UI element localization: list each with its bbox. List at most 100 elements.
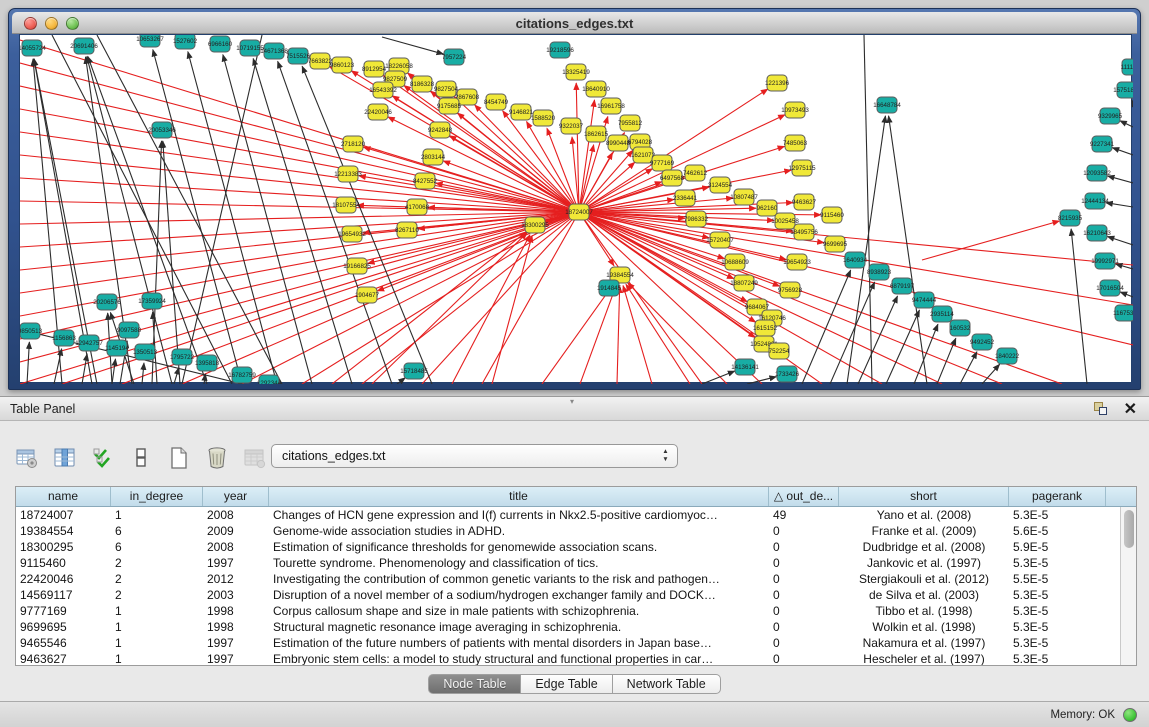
table-row[interactable]: 977716911998Corpus callosum shape and si…	[16, 603, 1120, 619]
column-header-year[interactable]: year	[203, 487, 269, 506]
tab-edge-table[interactable]: Edge Table	[521, 674, 612, 694]
table-cell: 0	[769, 555, 839, 571]
table-selector-dropdown[interactable]: citations_edges.txt ▲▼	[271, 444, 678, 468]
table-cell: 1	[111, 603, 203, 619]
graph-node-label: 16210643	[1083, 230, 1111, 237]
graph-node-label: 9322037	[559, 123, 584, 130]
table-cell: Estimation of the future numbers of pati…	[269, 635, 769, 651]
new-document-icon[interactable]	[166, 445, 192, 471]
table-settings-icon[interactable]	[14, 445, 40, 471]
graph-node-label: 14671368	[260, 48, 288, 55]
table-cell: 0	[769, 587, 839, 603]
window-title: citations_edges.txt	[12, 16, 1137, 31]
table-cell: 6	[111, 539, 203, 555]
column-header-title[interactable]: title	[269, 487, 769, 506]
table-row[interactable]: 1938455462009Genome-wide association stu…	[16, 523, 1120, 539]
graph-node-label: 8267110	[395, 227, 419, 234]
select-columns-icon[interactable]	[52, 445, 78, 471]
table-cell: 5.9E-5	[1009, 539, 1106, 555]
table-cell: 0	[769, 571, 839, 587]
graph-node-label: 20691406	[70, 43, 98, 50]
select-all-icon[interactable]	[90, 445, 116, 471]
table-row[interactable]: 946554611997Estimation of the future num…	[16, 635, 1120, 651]
graph-node-label: 1904677	[355, 292, 380, 299]
delete-icon[interactable]	[204, 445, 230, 471]
rows-icon[interactable]	[128, 445, 154, 471]
column-header-name[interactable]: name	[16, 487, 111, 506]
table-cell: 5.3E-5	[1009, 619, 1106, 635]
table-cell: 1997	[203, 555, 269, 571]
vertical-scrollbar[interactable]	[1120, 507, 1136, 665]
table-cell: 0	[769, 635, 839, 651]
table-cell: 22420046	[16, 571, 111, 587]
table-panel-title: Table Panel	[10, 402, 75, 416]
graph-node-label: 19992971	[1091, 258, 1119, 265]
table-row[interactable]: 1830029562008Estimation of significance …	[16, 539, 1120, 555]
panel-resize-grip-icon[interactable]: ▾	[570, 399, 580, 404]
table-row[interactable]: 1872400712008Changes of HCN gene express…	[16, 507, 1120, 523]
table-row[interactable]: 2242004622012Investigating the contribut…	[16, 571, 1120, 587]
graph-node-label: 8215935	[1058, 215, 1083, 222]
graph-node-label: 9463627	[792, 199, 817, 206]
table-row[interactable]: 969969511998Structural magnetic resonanc…	[16, 619, 1120, 635]
import-table-icon[interactable]	[242, 445, 268, 471]
table-cell: 2009	[203, 523, 269, 539]
window-titlebar[interactable]: citations_edges.txt	[12, 12, 1137, 34]
cytoscape-app: { "window": { "title": "citations_edges.…	[0, 0, 1149, 727]
graph-node-label: 10653267	[136, 36, 164, 43]
scrollbar-thumb[interactable]	[1124, 510, 1134, 548]
graph-node-label: 9227341	[1090, 141, 1115, 148]
graph-node-label: 2718120	[341, 141, 366, 148]
graph-node-label: 3124554	[708, 182, 733, 189]
graph-node-label: 1588520	[531, 115, 556, 122]
network-graph[interactable]: 1872400718300295193845547663822986012389…	[20, 35, 1133, 384]
table-cell: 19384554	[16, 523, 111, 539]
graph-node-label: 9474444	[912, 297, 937, 304]
table-row[interactable]: 1456911722003Disruption of a novel membe…	[16, 587, 1120, 603]
column-header-pagerank[interactable]: pagerank	[1009, 487, 1106, 506]
table-cell: 1	[111, 507, 203, 523]
graph-node-label: 18495756	[790, 229, 818, 236]
table-cell: 2012	[203, 571, 269, 587]
table-cell: 5.3E-5	[1009, 555, 1106, 571]
graph-node-label: 14055724	[20, 45, 46, 52]
graph-node-label: 13325419	[562, 69, 590, 76]
tab-node-table[interactable]: Node Table	[428, 674, 521, 694]
graph-node-label: 6794028	[628, 139, 653, 146]
memory-status-label: Memory: OK	[1050, 709, 1115, 721]
table-cell: 1997	[203, 635, 269, 651]
table-cell: Wolkin et al. (1998)	[839, 619, 1009, 635]
table-cell: 9777169	[16, 603, 111, 619]
table-body[interactable]: 1872400712008Changes of HCN gene express…	[16, 507, 1120, 665]
tab-network-table[interactable]: Network Table	[613, 674, 721, 694]
close-panel-icon[interactable]: ✕	[1124, 399, 1137, 419]
graph-node-label: 9329965	[1098, 113, 1123, 120]
table-cell: 2	[111, 555, 203, 571]
network-canvas[interactable]: 1872400718300295193845547663822986012389…	[19, 34, 1132, 383]
graph-node-label: 6497568	[660, 175, 685, 182]
graph-node-label: 7462612	[683, 170, 708, 177]
graph-node-label: 8912954	[362, 66, 387, 73]
table-cell: Stergiakouli et al. (2012)	[839, 571, 1009, 587]
graph-node-label: 16648784	[873, 102, 901, 109]
table-row[interactable]: 946362711997Embryonic stem cells: a mode…	[16, 651, 1120, 665]
graph-node-label: 9860123	[330, 62, 355, 69]
table-cell: 1998	[203, 603, 269, 619]
column-header-out-de-[interactable]: △ out_de...	[769, 487, 839, 506]
table-cell: 5.6E-5	[1009, 523, 1106, 539]
table-row[interactable]: 911546021997Tourette syndrome. Phenomeno…	[16, 555, 1120, 571]
graph-node-label: 962160	[757, 205, 778, 212]
table-cell: 5.3E-5	[1009, 603, 1106, 619]
column-header-short[interactable]: short	[839, 487, 1009, 506]
table-cell: 9463627	[16, 651, 111, 665]
memory-status-icon	[1123, 708, 1137, 722]
graph-node-label: 12942757	[75, 340, 103, 347]
graph-node-label: 9242848	[428, 127, 453, 134]
table-selector-value: citations_edges.txt	[282, 449, 386, 463]
column-header-in-degree[interactable]: in_degree	[111, 487, 203, 506]
float-panel-icon[interactable]	[1093, 401, 1109, 417]
graph-node-label: 14136141	[731, 364, 759, 371]
graph-node-label: 7986332	[684, 216, 709, 223]
table-cell: 9115460	[16, 555, 111, 571]
graph-node-label: 18807249	[730, 280, 758, 287]
